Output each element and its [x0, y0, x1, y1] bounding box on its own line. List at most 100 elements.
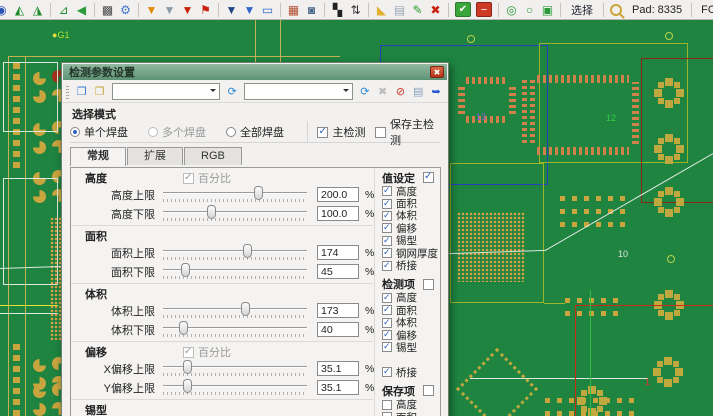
check-item[interactable]: 面积 [375, 411, 440, 416]
sort-az-icon[interactable]: ⇅ [347, 2, 364, 18]
tab-extended[interactable]: 扩展 [127, 147, 183, 165]
pin-red-icon[interactable]: ▼ [179, 2, 196, 18]
radio-single-pad[interactable]: 单个焊盘 [70, 124, 148, 140]
dialog-titlebar[interactable]: 检测参数设置 ✖ [63, 64, 447, 80]
main-detect-checkbox[interactable]: 主检测 [317, 124, 375, 140]
tools-icon[interactable]: ⚙ [117, 2, 134, 18]
check-item[interactable]: 桥接 [375, 366, 440, 378]
toolbar-separator [603, 3, 604, 17]
y-offset-value[interactable]: 35.1 [317, 380, 359, 395]
fov-label-13: 13 [476, 113, 486, 122]
ruler-icon[interactable]: ◣ [373, 2, 390, 18]
select-mode-label[interactable]: 选择 [565, 2, 599, 18]
check-item[interactable]: 桥接 [375, 259, 440, 271]
edit-icon-disabled: ✖ [375, 84, 391, 99]
area-lower-value[interactable]: 45 [317, 264, 359, 279]
location-marker-icon[interactable]: ⚑ [197, 2, 214, 18]
delete-icon[interactable]: ✖ [427, 2, 444, 18]
percent-checkbox[interactable]: 百分比 [183, 344, 231, 360]
chart-edit-icon[interactable]: ✎ [409, 2, 426, 18]
toolbar-separator [138, 3, 139, 17]
flower-footprint [667, 147, 671, 151]
slider-thumb[interactable] [183, 360, 192, 374]
save-main-detect-checkbox[interactable]: 保存主检测 [375, 116, 440, 148]
flip-horizontal-icon[interactable]: ◭ [11, 2, 28, 18]
check-item[interactable]: 锡型 [375, 341, 440, 353]
params-combobox-2[interactable] [244, 83, 353, 100]
tab-general[interactable]: 常规 [70, 147, 126, 166]
import-params-icon[interactable]: ❐ [92, 84, 108, 99]
flip-vertical-icon[interactable]: ◮ [29, 2, 46, 18]
refresh-params-icon-2[interactable]: ⟳ [357, 84, 373, 99]
y-offset-slider[interactable] [163, 379, 307, 397]
tab-rgb[interactable]: RGB [184, 147, 242, 165]
crosshair-red-h [575, 305, 713, 306]
checkbox [382, 293, 392, 303]
detect-items-group-checkbox[interactable] [423, 279, 434, 290]
slider-thumb[interactable] [243, 244, 252, 258]
radio-all-pads[interactable]: 全部焊盘 [226, 124, 297, 140]
stop-icon[interactable]: − [476, 2, 492, 17]
apply-icon[interactable]: ✔ [455, 2, 471, 17]
grid-icon[interactable]: ▤ [391, 2, 408, 18]
area-lower-slider[interactable] [163, 263, 307, 281]
path-line [470, 378, 648, 379]
slider-thumb[interactable] [181, 263, 190, 277]
forbid-icon[interactable]: ⊘ [393, 84, 409, 99]
pin-gray-icon[interactable]: ▼ [161, 2, 178, 18]
slider-thumb[interactable] [183, 379, 192, 393]
height-lower-slider[interactable] [163, 205, 307, 223]
select-rect-icon[interactable]: ▭ [259, 2, 276, 18]
target-circle-icon[interactable]: ◎ [503, 2, 520, 18]
tiles-icon[interactable]: ▚ [329, 2, 346, 18]
cone-icon[interactable]: ◀ [73, 2, 90, 18]
checkbox [382, 199, 392, 209]
value-set-group-checkbox[interactable] [423, 172, 434, 183]
params-combobox-1[interactable] [112, 83, 221, 100]
volume-lower-row: 体积下限 40 % [71, 320, 373, 339]
save-icon[interactable]: ▤ [410, 84, 426, 99]
table-icon[interactable]: ▦ [285, 2, 302, 18]
dialog-title: 检测参数设置 [69, 64, 135, 80]
checkbox [382, 367, 392, 377]
pin-orange-icon[interactable]: ▼ [143, 2, 160, 18]
pin-blue-icon[interactable]: ▼ [241, 2, 258, 18]
volume-upper-slider[interactable] [163, 302, 307, 320]
save-items-group-checkbox[interactable] [423, 385, 434, 396]
volume-upper-value[interactable]: 173 [317, 303, 359, 318]
slider-thumb[interactable] [241, 302, 250, 316]
pin-dark-icon[interactable]: ▼ [223, 2, 240, 18]
height-upper-slider[interactable] [163, 186, 307, 204]
slider-thumb[interactable] [207, 205, 216, 219]
slider-thumb[interactable] [179, 321, 188, 335]
height-upper-value[interactable]: 200.0 [317, 187, 359, 202]
refresh-params-icon-1[interactable]: ⟳ [224, 84, 240, 99]
area-upper-slider[interactable] [163, 244, 307, 262]
roi-square-icon[interactable]: ▣ [539, 2, 556, 18]
mirror-icon[interactable]: ⊿ [55, 2, 72, 18]
qfp-small-bottom-pads [466, 116, 508, 123]
value-set-section: 值设定 高度 面积 体积 偏移 锡型 钢网厚度 桥接 [375, 170, 440, 272]
slider-thumb[interactable] [254, 186, 263, 200]
volume-lower-value[interactable]: 40 [317, 322, 359, 337]
x-offset-slider[interactable] [163, 360, 307, 378]
image-icon[interactable]: ▩ [99, 2, 116, 18]
checkbox [382, 330, 392, 340]
camera-icon[interactable]: ◙ [303, 2, 320, 18]
magnifier-icon[interactable] [610, 4, 622, 16]
exit-icon[interactable]: ➥ [428, 84, 444, 99]
close-button[interactable]: ✖ [430, 66, 444, 78]
toolbar-grip[interactable] [66, 85, 69, 99]
load-params-icon[interactable]: ❐ [74, 84, 90, 99]
checkbox [317, 127, 328, 138]
globe-icon[interactable]: ◉ [0, 2, 10, 18]
toolbar-separator [324, 3, 325, 17]
connector-pads [522, 80, 527, 143]
x-offset-value[interactable]: 35.1 [317, 361, 359, 376]
circle-icon[interactable]: ○ [521, 2, 538, 18]
percent-checkbox[interactable]: 百分比 [183, 170, 231, 186]
height-lower-value[interactable]: 100.0 [317, 206, 359, 221]
radio-dot [70, 127, 80, 137]
volume-lower-slider[interactable] [163, 321, 307, 339]
area-upper-value[interactable]: 174 [317, 245, 359, 260]
